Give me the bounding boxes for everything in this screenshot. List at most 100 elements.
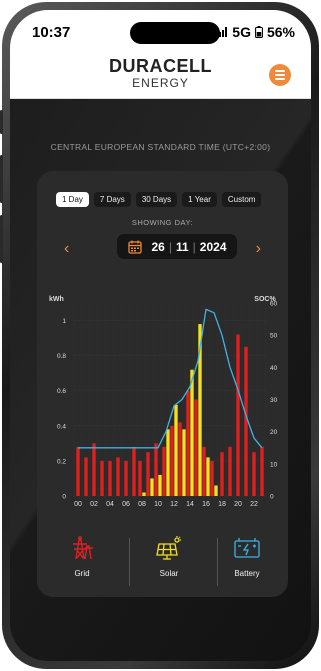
energy-chart: kWh SOC%00.20.40.60.81010203040506000 02 04… [49, 296, 278, 508]
next-day-arrow-icon[interactable]: › [256, 241, 261, 257]
legend-grid-label: Grid [74, 569, 90, 578]
x-tick-label: 12 [170, 501, 178, 508]
legend-solar-label: Solar [159, 569, 179, 578]
solar-bar [142, 492, 146, 496]
side-button [0, 110, 3, 134]
x-tick-label: 10 [154, 501, 162, 508]
grid-bar [116, 457, 120, 496]
solar-panel-icon [156, 536, 181, 560]
y-tick-label: 0.2 [57, 458, 66, 465]
y2-tick-label: 0 [270, 494, 274, 501]
grid-bar [162, 446, 166, 496]
grid-pylon-icon [73, 536, 93, 560]
status-time: 10:37 [32, 24, 71, 41]
volume-up-button [0, 155, 3, 203]
y2-tick-label: 30 [270, 397, 278, 404]
grid-bar [76, 446, 80, 496]
brand-subtitle: ENERGY [132, 76, 189, 90]
tab-7-days[interactable]: 7 Days [93, 192, 131, 207]
grid-bar [178, 422, 182, 496]
x-tick-label: 08 [138, 501, 146, 508]
status-bar: 10:37 5G 56% [10, 10, 311, 52]
grid-bar [260, 446, 264, 496]
grid-bar [124, 460, 128, 496]
solar-bar [150, 478, 154, 496]
showing-day-label: SHOWING DAY: [131, 218, 194, 227]
volume-down-button [0, 215, 3, 263]
menu-icon-line [275, 70, 285, 72]
date-month: 11 [175, 239, 189, 254]
energy-card: 1 Day 7 Days 30 Days 1 Year Custom SHOWI… [37, 171, 288, 597]
menu-icon-line [275, 74, 285, 76]
menu-icon-line [275, 78, 285, 80]
y-tick-label: 0.4 [57, 423, 66, 430]
x-tick-label: 06 [122, 501, 130, 508]
x-tick-label: 22 [250, 501, 258, 508]
y2-tick-label: 50 [270, 333, 278, 340]
y-tick-label: 0 [62, 494, 66, 501]
grid-bar [100, 460, 104, 496]
legend-battery[interactable]: Battery [207, 536, 287, 578]
solar-bar [166, 429, 170, 496]
x-tick-label: 14 [186, 501, 194, 508]
solar-bar [190, 369, 194, 496]
grid-bar [228, 446, 232, 496]
timezone-label: CENTRAL EUROPEAN STANDARD TIME (UTC+2:00… [50, 142, 271, 152]
tab-custom[interactable]: Custom [221, 192, 262, 207]
x-tick-label: 04 [106, 501, 114, 508]
x-tick-label: 02 [90, 501, 98, 508]
signal-icon [216, 27, 228, 37]
screen: 10:37 5G 56% DURACELL ENERGY CENTRAL EUR… [10, 10, 311, 661]
y-tick-label: 0.6 [57, 388, 66, 395]
menu-button[interactable] [269, 64, 291, 86]
network-type: 5G [232, 24, 251, 40]
y-tick-label: 0.8 [57, 353, 66, 360]
wifi-icon [199, 27, 213, 37]
battery-storage-icon [234, 538, 260, 558]
duracell-logo: DURACELL ENERGY [10, 56, 311, 90]
grid-bar [108, 460, 112, 496]
grid-bar [194, 399, 198, 496]
tab-1-day[interactable]: 1 Day [56, 192, 89, 207]
grid-bar [170, 425, 174, 496]
solar-bar [206, 457, 210, 496]
date-picker[interactable]: 26 | 11 | 2024 [117, 234, 237, 259]
solar-bar [158, 474, 162, 496]
legend-solar[interactable]: Solar [129, 536, 209, 578]
solar-bar [214, 485, 218, 496]
grid-bar [244, 346, 248, 496]
date-separator: | [192, 239, 196, 254]
x-tick-label: 16 [202, 501, 210, 508]
x-tick-label: 00 [74, 501, 82, 508]
date-day: 26 [151, 239, 165, 254]
previous-day-arrow-icon[interactable]: ‹ [64, 241, 69, 257]
left-axis-unit: kWh [49, 296, 64, 303]
calendar-icon [127, 240, 142, 254]
solar-bar [182, 429, 186, 496]
period-tabs: 1 Day 7 Days 30 Days 1 Year Custom [56, 192, 262, 207]
x-tick-label: 20 [234, 501, 242, 508]
y2-tick-label: 40 [270, 365, 278, 372]
grid-bar [236, 334, 240, 496]
grid-bar [154, 443, 158, 496]
tab-1-year[interactable]: 1 Year [182, 192, 217, 207]
solar-bar [174, 404, 178, 496]
grid-bar [92, 443, 96, 496]
grid-bar [84, 457, 88, 496]
tab-30-days[interactable]: 30 Days [135, 192, 178, 207]
grid-bar [138, 460, 142, 496]
app-header: DURACELL ENERGY [10, 52, 311, 99]
legend: Grid Solar Battery [37, 536, 288, 591]
grid-bar [210, 460, 214, 496]
date-year: 2024 [199, 239, 227, 254]
grid-bar [202, 446, 206, 496]
date-separator: | [168, 239, 172, 254]
grid-bar [146, 452, 150, 496]
battery-icon [255, 26, 263, 38]
battery-percent: 56% [266, 24, 295, 40]
grid-bar [132, 446, 136, 496]
legend-battery-label: Battery [234, 569, 260, 578]
legend-grid[interactable]: Grid [42, 536, 122, 578]
brand-name: DURACELL [109, 56, 212, 76]
y2-tick-label: 10 [270, 461, 278, 468]
